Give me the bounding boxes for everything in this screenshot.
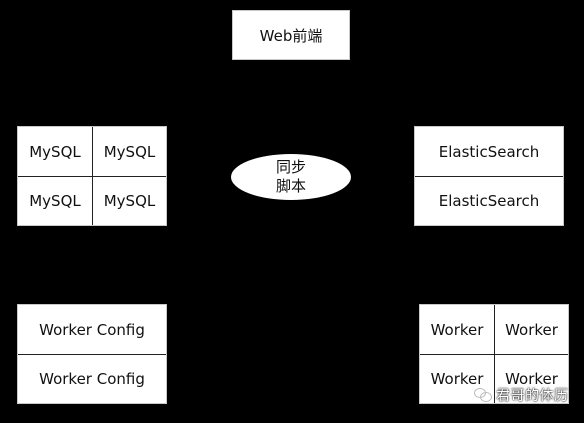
watermark-text: 君哥的体历 <box>496 388 569 404</box>
mysql-cluster: MySQL MySQL MySQL MySQL <box>17 126 167 226</box>
sync-script-node: 同步 脚本 <box>231 154 351 200</box>
worker-config-node: Worker Config <box>18 305 166 354</box>
divider <box>18 176 166 177</box>
sync-script-line1: 同步 <box>275 158 306 176</box>
web-frontend-box: Web前端 <box>232 10 350 60</box>
mysql-node: MySQL <box>18 127 92 176</box>
divider <box>415 176 563 177</box>
wechat-icon <box>474 388 492 402</box>
divider <box>420 354 568 355</box>
watermark: 君哥的体历 <box>474 385 569 405</box>
web-frontend-label: Web前端 <box>233 11 349 59</box>
elasticsearch-node: ElasticSearch <box>415 127 563 176</box>
elasticsearch-cluster: ElasticSearch ElasticSearch <box>414 126 564 226</box>
divider <box>18 354 166 355</box>
worker-config-cluster: Worker Config Worker Config <box>17 304 167 404</box>
sync-script-line2: 脚本 <box>275 177 306 195</box>
mysql-node: MySQL <box>18 177 92 225</box>
worker-node: Worker <box>420 305 494 354</box>
mysql-node: MySQL <box>93 127 166 176</box>
mysql-node: MySQL <box>93 177 166 225</box>
worker-node: Worker <box>495 305 568 354</box>
elasticsearch-node: ElasticSearch <box>415 177 563 225</box>
worker-config-node: Worker Config <box>18 355 166 403</box>
